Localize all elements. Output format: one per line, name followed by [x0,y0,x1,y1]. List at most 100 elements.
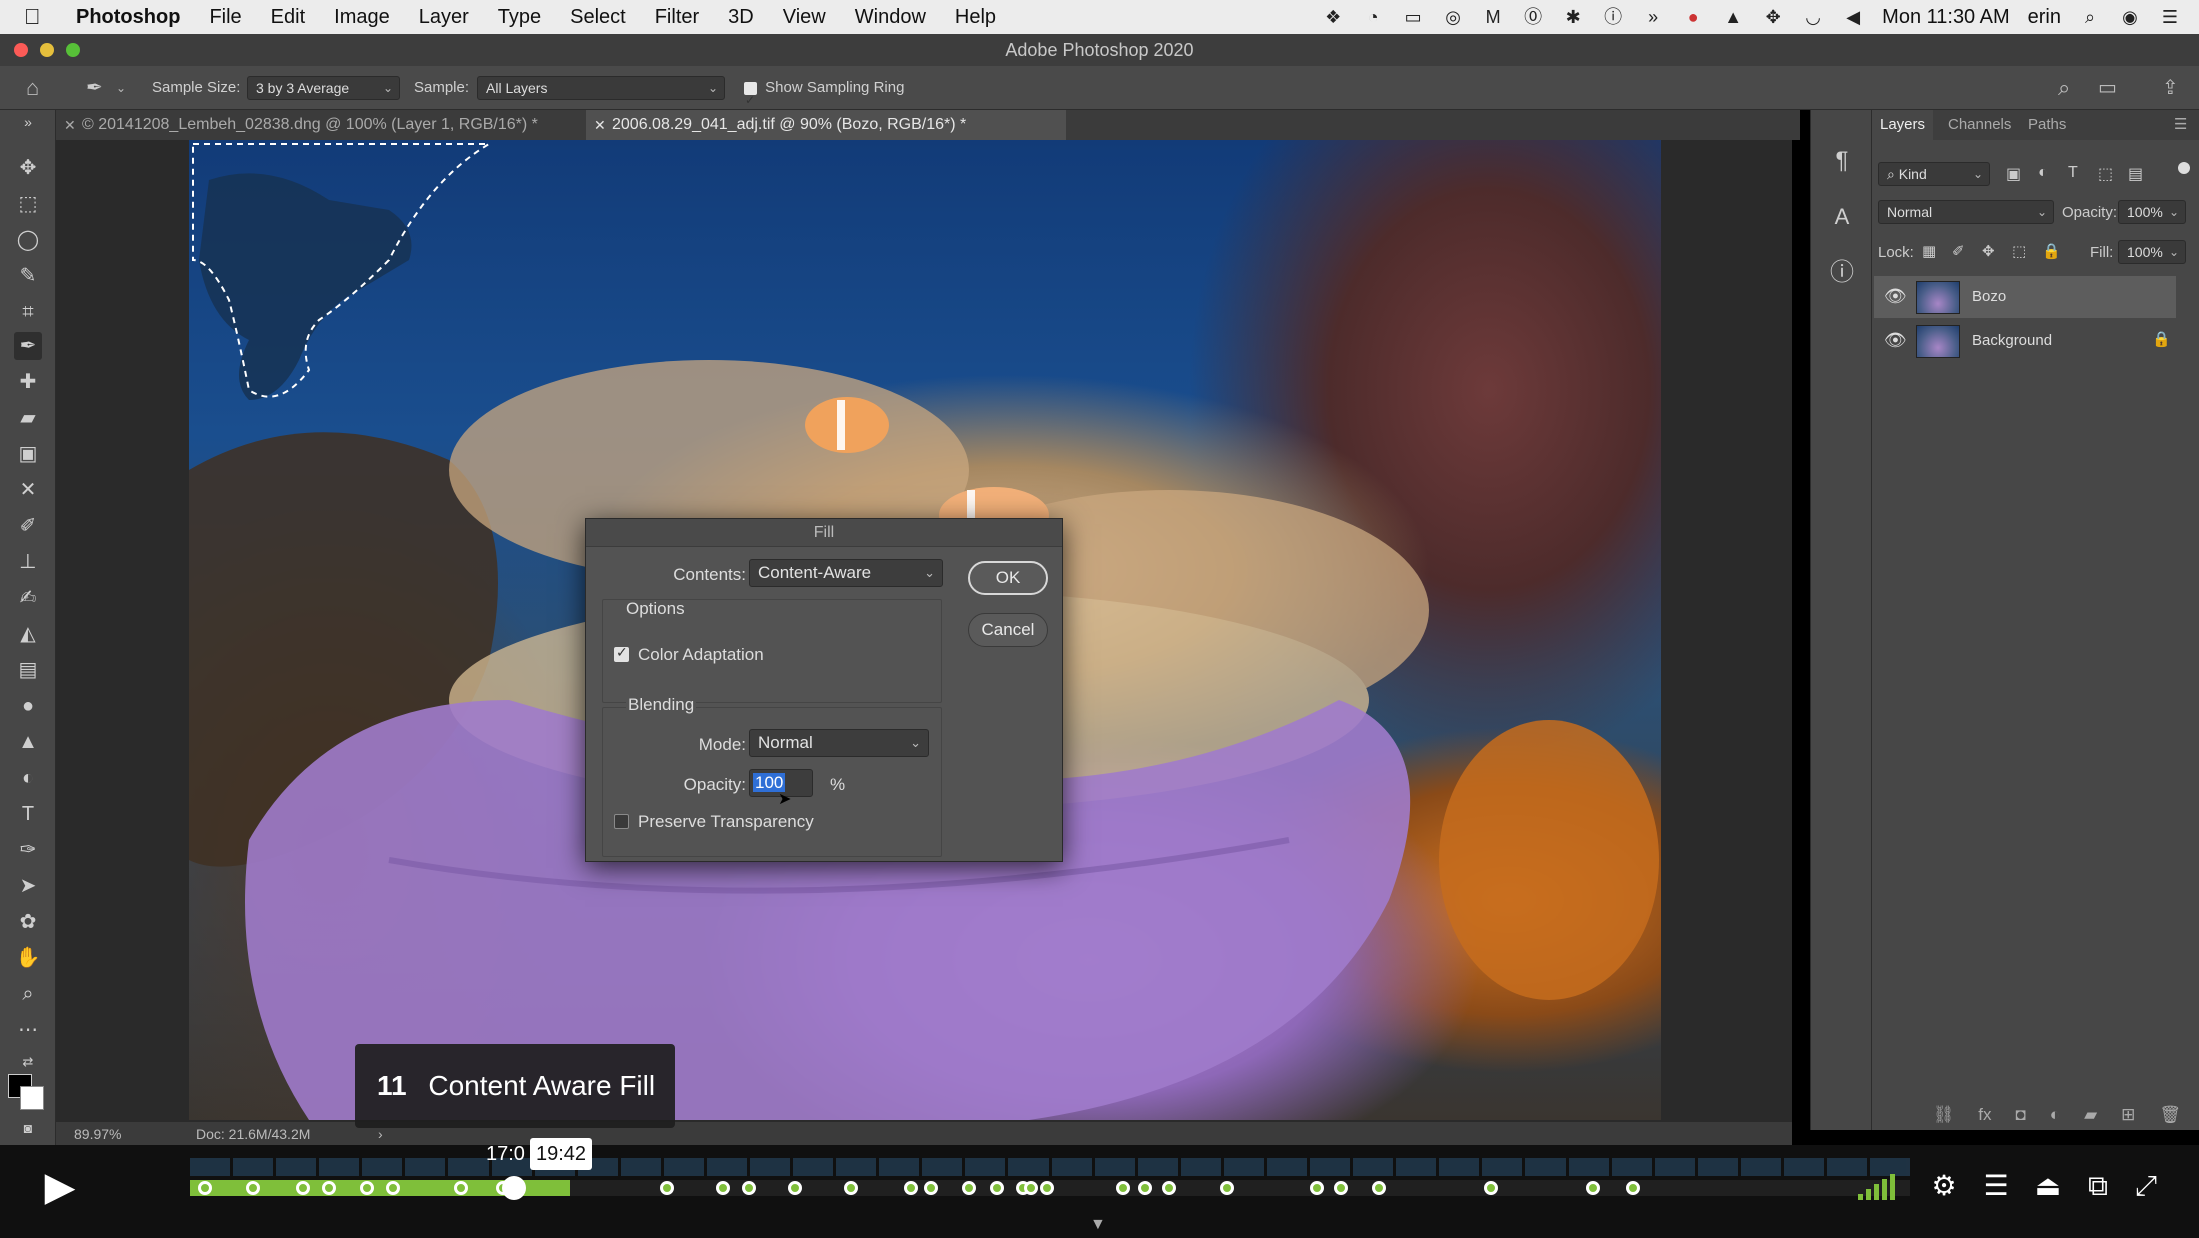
apple-menu-icon[interactable]:  [24,4,64,30]
quick-mask-icon[interactable]: ◙ [14,1114,42,1142]
creative-cloud-icon[interactable]: ◎ [1442,7,1464,27]
gradient-tool-icon[interactable]: ▤ [14,656,42,684]
visibility-eye-icon[interactable]: 👁 [1884,286,1907,307]
lock-all-icon[interactable]: 🔒 [2042,242,2061,260]
layer-fill-input[interactable]: 100% ⌄ [2118,240,2186,264]
chevron-right-icon[interactable]: › [378,1126,383,1142]
adjustment-layer-icon[interactable]: ◐ [2050,1105,2060,1125]
share-icon[interactable]: ⇪ [2162,66,2179,110]
spotlight-search-icon[interactable]: ⌕ [2079,7,2101,27]
character-panel-icon[interactable]: A [1829,204,1855,230]
chevron-down-icon[interactable]: ⌄ [116,66,126,110]
lock-image-icon[interactable]: ✐ [1952,242,1965,260]
history-brush-tool-icon[interactable]: ✍ [14,584,42,612]
move-icon[interactable]: ✥ [1762,7,1784,27]
play-button[interactable]: ▶ [28,1157,92,1217]
chapter-marker[interactable] [904,1181,918,1195]
ok-button[interactable]: OK [968,561,1048,595]
scrubber-track[interactable] [570,1180,1910,1196]
fullscreen-icon[interactable]: ⤢ [2128,1168,2164,1204]
layer-name[interactable]: Background [1972,320,2052,362]
notification-center-icon[interactable]: ☰ [2159,7,2181,27]
smart-object-filter-icon[interactable]: ▤ [2128,164,2143,184]
wifi-icon[interactable]: ◡ [1802,7,1824,27]
shape-filter-icon[interactable]: ⬚ [2098,164,2113,184]
chapter-marker[interactable] [660,1181,674,1195]
healing-brush-tool-icon[interactable]: ✚ [14,368,42,396]
chapter-marker[interactable] [1626,1181,1640,1195]
layer-row-background[interactable]: 👁 Background 🔒 [1874,320,2176,362]
chapter-marker[interactable] [1162,1181,1176,1195]
color-adaptation-checkbox[interactable] [614,644,629,662]
chapter-marker[interactable] [246,1181,260,1195]
mode-select[interactable]: Normal ⌄ [749,729,929,757]
preserve-transparency-label[interactable]: Preserve Transparency [638,812,814,832]
zoom-window-button[interactable] [66,43,80,57]
menu-filter[interactable]: Filter [655,6,699,29]
sample-select[interactable]: All Layers ⌄ [477,76,725,100]
eyedropper-tool-preset-icon[interactable]: ✒ [86,66,103,110]
close-tab-icon[interactable]: ✕ [64,110,76,140]
add-mask-icon[interactable]: ◘ [2016,1105,2026,1125]
trash-icon[interactable]: 🗑 [2159,1105,2181,1125]
chevron-down-icon[interactable]: ▼ [1090,1216,1106,1234]
background-color-swatch[interactable] [20,1086,44,1110]
layer-name[interactable]: Bozo [1972,276,2006,318]
chapter-marker[interactable] [1040,1181,1054,1195]
menu-edit[interactable]: Edit [271,6,305,29]
document-tab-active[interactable]: ✕ 2006.08.29_041_adj.tif @ 90% (Bozo, RG… [586,110,1066,140]
path-selection-tool-icon[interactable]: ➤ [14,872,42,900]
chapter-marker[interactable] [322,1181,336,1195]
custom-shape-tool-icon[interactable]: ✿ [14,908,42,936]
chapter-marker[interactable] [1334,1181,1348,1195]
menu-view[interactable]: View [783,6,826,29]
quality-signal-icon[interactable] [1858,1172,1904,1200]
red-eye-tool-icon[interactable]: ✕ [14,476,42,504]
menu-image[interactable]: Image [334,6,390,29]
lasso-tool-icon[interactable]: ◯ [14,226,42,254]
menu-help[interactable]: Help [955,6,996,29]
zoom-level[interactable]: 89.97% [74,1126,121,1142]
tab-paths[interactable]: Paths [2028,110,2066,140]
filter-toggle[interactable] [2178,162,2190,174]
collapse-panel-icon[interactable]: » [14,114,42,130]
chapter-marker[interactable] [716,1181,730,1195]
dodge-tool-icon[interactable]: ◐ [14,764,42,792]
volume-icon[interactable]: ◀ [1842,7,1864,27]
chapter-marker[interactable] [386,1181,400,1195]
menu-select[interactable]: Select [570,6,626,29]
content-aware-move-tool-icon[interactable]: ▣ [14,440,42,468]
chapter-marker[interactable] [962,1181,976,1195]
chapter-marker[interactable] [1586,1181,1600,1195]
home-icon[interactable]: ⌂ [26,66,39,110]
eraser-tool-icon[interactable]: ◭ [14,620,42,648]
tab-layers[interactable]: Layers [1872,110,1934,140]
menu-layer[interactable]: Layer [419,6,469,29]
new-group-icon[interactable]: ▰ [2084,1105,2097,1125]
layer-style-fx-icon[interactable]: fx [1978,1105,1991,1125]
adjustment-filter-icon[interactable]: ◐ [2038,164,2048,182]
color-adaptation-label[interactable]: Color Adaptation [638,645,764,665]
document-tab[interactable]: ✕ © 20141208_Lembeh_02838.dng @ 100% (La… [56,110,584,140]
siri-icon[interactable]: ◉ [2119,7,2141,27]
paragraph-panel-icon[interactable]: ¶ [1829,148,1855,174]
sharpen-tool-icon[interactable]: ▲ [14,728,42,756]
menu-3d[interactable]: 3D [728,6,754,29]
show-sampling-ring-checkbox[interactable] [744,78,757,122]
search-icon[interactable]: ⌕ [2058,66,2070,110]
chapter-marker[interactable] [1138,1181,1152,1195]
blur-tool-icon[interactable]: ● [14,692,42,720]
settings-gear-icon[interactable]: ⚙ [1926,1168,1962,1204]
quick-selection-tool-icon[interactable]: ✎ [14,262,42,290]
new-layer-icon[interactable]: ⊞ [2121,1105,2135,1125]
panel-menu-icon[interactable]: ☰ [2174,110,2187,140]
chapter-marker[interactable] [1310,1181,1324,1195]
zoom-tool-icon[interactable]: ⌕ [14,980,42,1008]
airplay-icon[interactable]: ▲ [1722,7,1744,27]
chapter-marker[interactable] [1484,1181,1498,1195]
dropbox-icon[interactable]: ❖ [1322,7,1344,27]
workspace-icon[interactable]: ▭ [2098,66,2117,110]
preserve-transparency-checkbox[interactable] [614,814,629,829]
picture-in-picture-icon[interactable]: ⧉ [2080,1168,2116,1204]
close-window-button[interactable] [14,43,28,57]
